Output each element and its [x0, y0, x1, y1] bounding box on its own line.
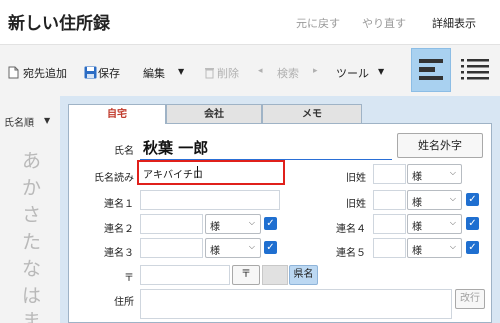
sort-order-select[interactable]: 氏名順: [4, 114, 34, 129]
honorific-value: 様: [412, 222, 422, 233]
detail-view-button[interactable]: 詳細表示: [432, 15, 476, 31]
app-title: 新しい住所録: [8, 14, 110, 34]
chevron-down-icon: ⌵: [449, 218, 456, 227]
postal-spacer: [262, 265, 288, 285]
joint-name-4-honorific-select[interactable]: 様 ⌵: [407, 214, 462, 234]
name-value: 秋葉 一郎: [143, 139, 209, 157]
chevron-down-icon: ⌵: [449, 168, 456, 177]
new-card-icon: [8, 66, 19, 82]
sort-caret-icon: ▼: [44, 116, 51, 125]
honorific-value: 様: [412, 246, 422, 257]
edit-caret-icon: ▼: [178, 67, 185, 76]
old-surname-field-1[interactable]: [373, 164, 406, 184]
joint-name-2-honorific-select[interactable]: 様 ⌵: [205, 214, 261, 234]
honorific-value: 様: [412, 172, 422, 183]
reading-label: 氏名読み: [94, 173, 134, 184]
name-gaiji-button[interactable]: 姓名外字: [397, 133, 483, 158]
tools-caret-icon: ▼: [378, 67, 385, 76]
honorific-value: 様: [210, 246, 220, 257]
postal-lookup-button[interactable]: 〒: [232, 265, 260, 285]
old-surname-honorific-select-1[interactable]: 様 ⌵: [407, 164, 462, 184]
joint-name-3-honorific-select[interactable]: 様 ⌵: [205, 238, 261, 258]
joint-name-5-checkbox[interactable]: ✓: [466, 241, 479, 254]
joint-name-2-field[interactable]: [140, 214, 203, 234]
search-next-icon[interactable]: ▸: [313, 66, 318, 76]
text-cursor: [197, 166, 198, 178]
joint-name-3-label: 連名３: [104, 248, 134, 259]
card-view-icon: [419, 59, 443, 80]
kana-index-sa[interactable]: さ: [22, 200, 41, 227]
chevron-down-icon: ⌵: [449, 242, 456, 251]
honorific-value: 様: [210, 222, 220, 233]
prefecture-button[interactable]: 県名: [289, 265, 318, 285]
add-address-button[interactable]: 宛先追加: [23, 65, 67, 81]
delete-button[interactable]: 削除: [217, 65, 239, 81]
name-label: 氏名: [114, 146, 134, 157]
joint-name-3-field[interactable]: [140, 238, 203, 258]
joint-name-2-label: 連名２: [104, 224, 134, 235]
joint-name-1-field[interactable]: [140, 190, 280, 210]
chevron-down-icon: ⌵: [449, 194, 456, 203]
joint-name-1-label: 連名１: [104, 199, 134, 210]
redo-button[interactable]: やり直す: [362, 15, 406, 31]
tools-menu[interactable]: ツール: [336, 65, 369, 81]
joint-name-4-label: 連名４: [336, 224, 366, 235]
chevron-down-icon: ⌵: [248, 218, 255, 227]
old-surname-label-1: 旧姓: [346, 173, 366, 184]
undo-button[interactable]: 元に戻す: [296, 15, 340, 31]
save-icon: [84, 66, 97, 82]
chevron-down-icon: ⌵: [248, 242, 255, 251]
search-button[interactable]: 検索: [277, 65, 299, 81]
kana-index-ka[interactable]: か: [22, 173, 41, 200]
card-view-button[interactable]: [411, 48, 451, 92]
tab-work[interactable]: 会社: [166, 104, 262, 124]
address-label: 住所: [114, 297, 134, 308]
save-button[interactable]: 保存: [98, 65, 120, 81]
title-bar: 新しい住所録 元に戻す やり直す 詳細表示: [0, 0, 500, 44]
trash-icon: [204, 66, 215, 82]
joint-check-old-surname[interactable]: ✓: [466, 193, 479, 206]
kana-index-a[interactable]: あ: [22, 146, 41, 173]
old-surname-field-2[interactable]: [373, 190, 406, 210]
joint-name-2-checkbox[interactable]: ✓: [264, 217, 277, 230]
postal-code-field[interactable]: [140, 265, 230, 285]
tab-home[interactable]: 自宅: [68, 104, 166, 124]
tab-memo[interactable]: メモ: [262, 104, 362, 124]
honorific-value: 様: [412, 198, 422, 209]
name-field[interactable]: 秋葉 一郎: [140, 134, 392, 160]
toolbar: 宛先追加 保存 編集 ▼ 削除 ◂ 検索 ▸ ツール ▼: [0, 44, 500, 96]
joint-name-4-field[interactable]: [373, 214, 406, 234]
reading-field[interactable]: アキバイチロ: [137, 160, 285, 185]
joint-name-4-checkbox[interactable]: ✓: [466, 217, 479, 230]
address-field[interactable]: [140, 289, 452, 319]
search-prev-icon[interactable]: ◂: [258, 66, 263, 76]
kana-index-pane: 氏名順 ▼ あ か さ た な は ま: [0, 96, 60, 323]
list-view-icon: [461, 59, 489, 80]
joint-name-5-label: 連名５: [336, 248, 366, 259]
kana-index-na[interactable]: な: [22, 254, 41, 281]
postal-label: 〒: [124, 273, 134, 284]
old-surname-label-2: 旧姓: [346, 199, 366, 210]
old-surname-honorific-select-2[interactable]: 様 ⌵: [407, 190, 462, 210]
kana-index-ma[interactable]: ま: [22, 306, 41, 323]
joint-name-3-checkbox[interactable]: ✓: [264, 241, 277, 254]
kana-index-ta[interactable]: た: [22, 227, 41, 254]
edit-menu[interactable]: 編集: [143, 65, 165, 81]
kana-index-ha[interactable]: は: [22, 281, 41, 308]
newline-button[interactable]: 改行: [455, 289, 485, 309]
joint-name-5-honorific-select[interactable]: 様 ⌵: [407, 238, 462, 258]
joint-name-5-field[interactable]: [373, 238, 406, 258]
list-view-button[interactable]: [461, 57, 489, 83]
reading-value: アキバイチロ: [143, 170, 203, 181]
